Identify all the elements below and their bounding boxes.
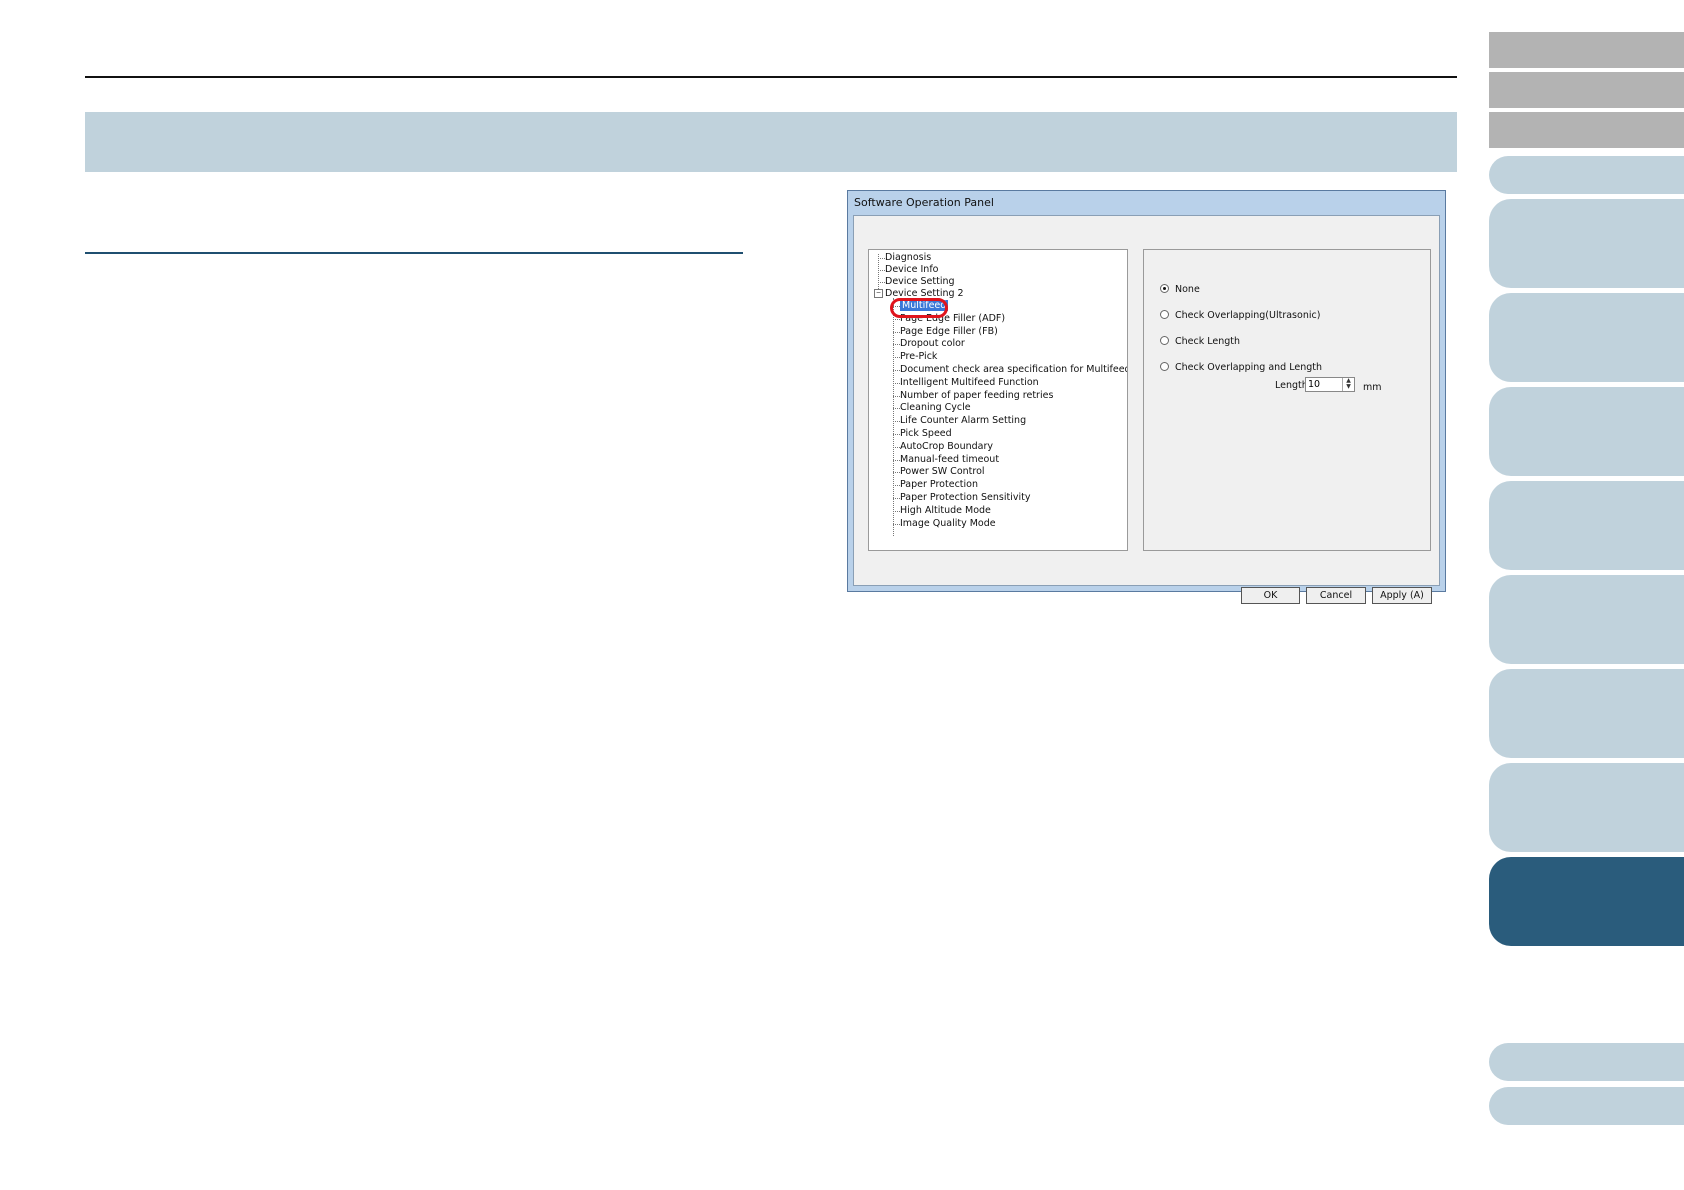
radio-label: Check Overlapping and Length: [1175, 362, 1322, 373]
radio-icon: [1160, 310, 1169, 319]
nav-tab-3[interactable]: [1489, 293, 1684, 382]
nav-tab-6[interactable]: [1489, 575, 1684, 664]
spin-arrows-icon[interactable]: ▲ ▼: [1342, 378, 1354, 391]
tree-subitem[interactable]: Paper Protection: [900, 479, 978, 491]
nav-tab-4[interactable]: [1489, 387, 1684, 476]
tree-subitem-label: Document check area specification for Mu…: [900, 364, 1128, 375]
multifeed-highlight-circle: [890, 298, 948, 318]
length-unit: mm: [1363, 382, 1382, 393]
nav-tab-bottom-2[interactable]: [1489, 1087, 1684, 1125]
radio-label: Check Length: [1175, 336, 1241, 347]
tree-subitem[interactable]: Life Counter Alarm Setting: [900, 415, 1026, 427]
tree-subitem-label: Page Edge Filler (FB): [900, 325, 998, 337]
tree-subitem[interactable]: Pick Speed: [900, 428, 952, 440]
cancel-button[interactable]: Cancel: [1306, 587, 1366, 604]
radio-label: Check Overlapping(Ultrasonic): [1175, 310, 1321, 321]
tree-subitem[interactable]: High Altitude Mode: [900, 505, 991, 517]
radio-icon: [1160, 336, 1169, 345]
tree-subitem-label: Cleaning Cycle: [900, 402, 971, 414]
tree-subitem-label: Manual-feed timeout: [900, 453, 1000, 465]
tree-subitem[interactable]: Number of paper feeding retries: [900, 390, 1053, 402]
radio-icon: [1160, 362, 1169, 371]
tree-subitem-label: Image Quality Mode: [900, 517, 996, 529]
tree-connector: [893, 298, 894, 536]
radio-none[interactable]: None: [1160, 284, 1200, 295]
tree-subitem[interactable]: Dropout color: [900, 338, 965, 350]
tree-subitem[interactable]: Intelligent Multifeed Function: [900, 377, 1039, 389]
dialog-title: Software Operation Panel: [854, 196, 994, 209]
top-rule: [85, 76, 1457, 78]
tree-subitem-label: Pre-Pick: [900, 351, 938, 363]
multifeed-options-panel: None Check Overlapping(Ultrasonic) Check…: [1143, 249, 1431, 551]
nav-tab-8[interactable]: [1489, 763, 1684, 852]
tree-subitem-label: Paper Protection Sensitivity: [900, 492, 1031, 503]
nav-tab-active[interactable]: [1489, 857, 1684, 946]
nav-tab-gray-2[interactable]: [1489, 72, 1684, 108]
dialog-body: Diagnosis Device Info Device Setting − D…: [853, 215, 1440, 604]
length-value: 10: [1308, 379, 1321, 390]
nav-tab-gray-3[interactable]: [1489, 112, 1684, 148]
tree-subitem[interactable]: Manual-feed timeout: [900, 454, 999, 466]
tree-subitem[interactable]: Document check area specification for Mu…: [900, 364, 1128, 376]
nav-tab-1[interactable]: [1489, 156, 1684, 194]
tree-subitem[interactable]: Paper Protection Sensitivity: [900, 492, 1030, 504]
section-header-band: [85, 112, 1457, 172]
length-label: Length: [1275, 380, 1308, 391]
tree-subitem[interactable]: Image Quality Mode: [900, 518, 996, 530]
nav-tab-7[interactable]: [1489, 669, 1684, 758]
radio-check-length[interactable]: Check Length: [1160, 336, 1240, 347]
tree-subitem-label: Pick Speed: [900, 428, 952, 439]
tree-collapse-icon[interactable]: −: [874, 289, 883, 298]
radio-check-overlapping-and-length[interactable]: Check Overlapping and Length: [1160, 362, 1322, 373]
tree-subitem-label: High Altitude Mode: [900, 504, 991, 516]
ok-button[interactable]: OK: [1241, 587, 1300, 604]
software-operation-panel-dialog: Software Operation Panel Diagnosis Devic…: [847, 190, 1446, 604]
tree-subitem-label: Paper Protection: [900, 479, 978, 491]
tree-item-diagnosis[interactable]: Diagnosis: [885, 252, 931, 264]
tree-subitem-label: Power SW Control: [900, 466, 985, 478]
settings-tree: Diagnosis Device Info Device Setting − D…: [868, 249, 1128, 551]
tree-subitem[interactable]: Cleaning Cycle: [900, 402, 971, 414]
tree-subitem-label: Life Counter Alarm Setting: [900, 415, 1027, 427]
tree-subitem-label: Dropout color: [900, 338, 965, 350]
tree-item-device-info[interactable]: Device Info: [885, 264, 939, 276]
radio-label: None: [1175, 284, 1200, 295]
radio-check-overlapping[interactable]: Check Overlapping(Ultrasonic): [1160, 310, 1320, 321]
nav-tab-bottom-1[interactable]: [1489, 1043, 1684, 1081]
nav-tab-gray-1[interactable]: [1489, 32, 1684, 68]
apply-button[interactable]: Apply (A): [1372, 587, 1432, 604]
tree-subitem[interactable]: Power SW Control: [900, 466, 985, 478]
tree-subitem[interactable]: Pre-Pick: [900, 351, 937, 363]
tree-subitem-label: Number of paper feeding retries: [900, 389, 1054, 401]
tree-item-device-setting[interactable]: Device Setting: [885, 276, 955, 288]
length-input[interactable]: 10 ▲ ▼: [1305, 377, 1355, 392]
subsection-rule: [85, 252, 743, 254]
nav-tab-5[interactable]: [1489, 481, 1684, 570]
nav-tab-2[interactable]: [1489, 199, 1684, 288]
tree-subitem-label: Intelligent Multifeed Function: [900, 376, 1039, 388]
tree-subitem-label: AutoCrop Boundary: [900, 440, 994, 452]
radio-selected-icon: [1160, 284, 1169, 293]
tree-subitem[interactable]: AutoCrop Boundary: [900, 441, 993, 453]
tree-subitem[interactable]: Page Edge Filler (FB): [900, 326, 998, 338]
